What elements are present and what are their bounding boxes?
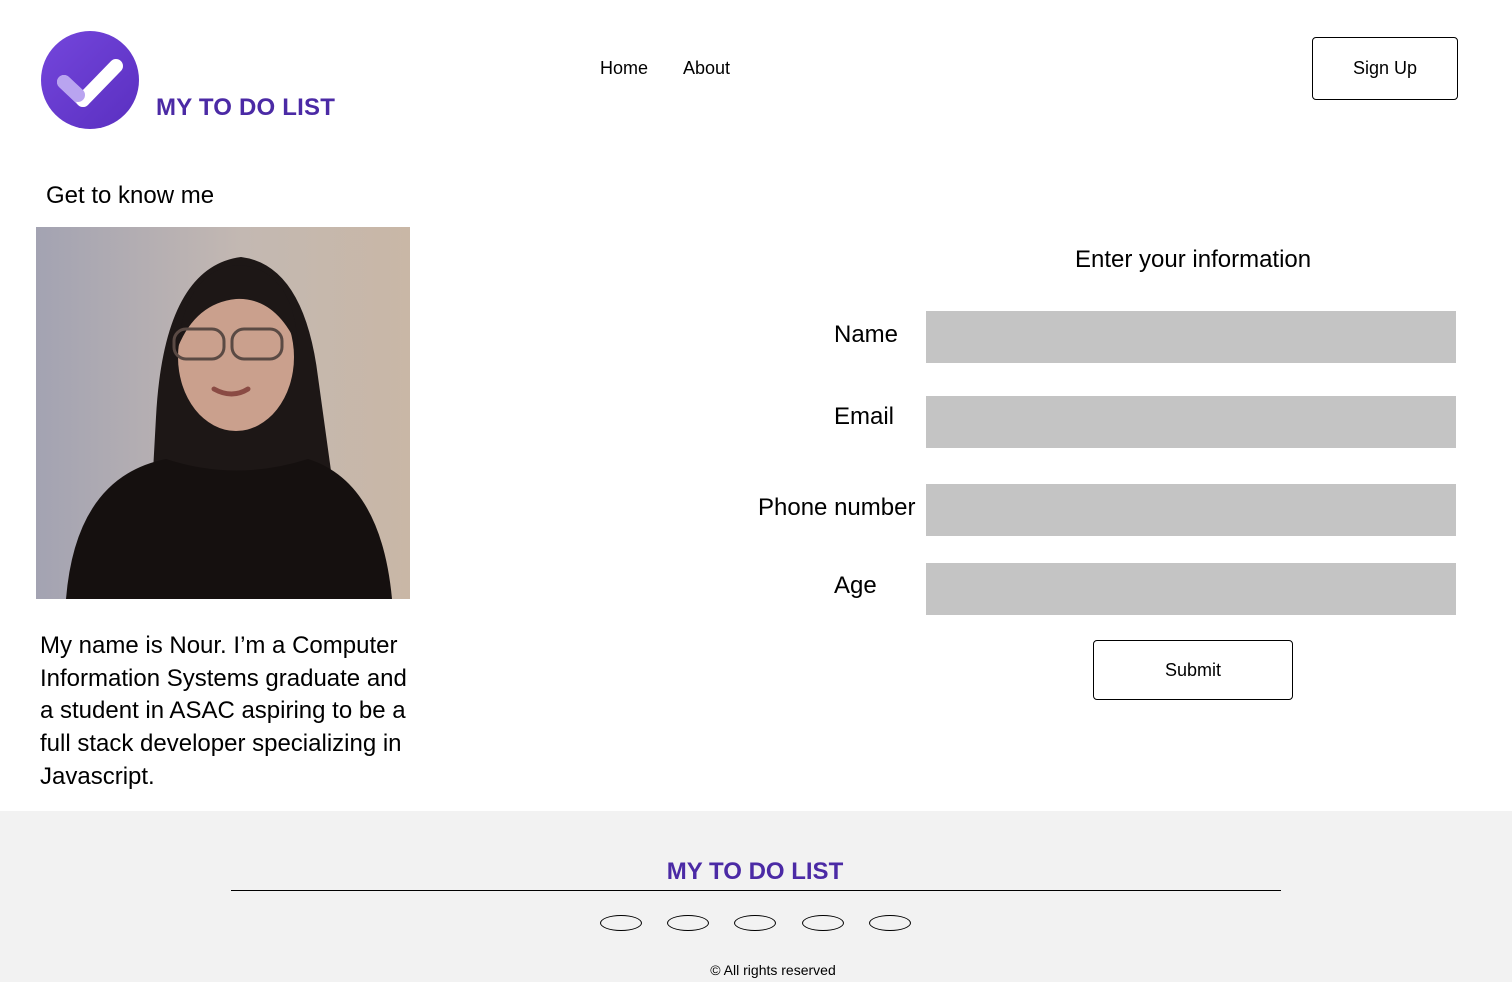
form-title: Enter your information	[1075, 246, 1312, 273]
email-field[interactable]	[926, 396, 1456, 448]
logo	[40, 30, 140, 130]
nav-about-link[interactable]: About	[683, 58, 730, 79]
nav-home-link[interactable]: Home	[600, 58, 648, 79]
submit-button[interactable]: Submit	[1093, 640, 1293, 700]
about-title: Get to know me	[46, 182, 215, 209]
brand-title: MY TO DO LIST	[156, 94, 336, 121]
footer-divider	[231, 890, 1281, 891]
footer: MY TO DO LIST © All rights reserved	[0, 811, 1512, 982]
social-link-icon[interactable]	[667, 915, 709, 931]
copyright-text: © All rights reserved	[710, 962, 836, 978]
bio-text: My name is Nour. I’m a Computer Informat…	[40, 632, 407, 790]
signup-button[interactable]: Sign Up	[1312, 37, 1458, 100]
phone-label: Phone number	[758, 494, 916, 521]
social-link-icon[interactable]	[600, 915, 642, 931]
footer-brand: MY TO DO LIST	[666, 858, 844, 885]
profile-photo	[36, 227, 410, 599]
email-label: Email	[834, 403, 895, 430]
social-link-icon[interactable]	[802, 915, 844, 931]
phone-field[interactable]	[926, 484, 1456, 536]
social-link-icon[interactable]	[734, 915, 776, 931]
check-circle-icon	[41, 31, 139, 129]
social-link-icon[interactable]	[869, 915, 911, 931]
age-field[interactable]	[926, 563, 1456, 615]
name-label: Name	[834, 321, 899, 348]
age-label: Age	[834, 572, 877, 599]
name-field[interactable]	[926, 311, 1456, 363]
